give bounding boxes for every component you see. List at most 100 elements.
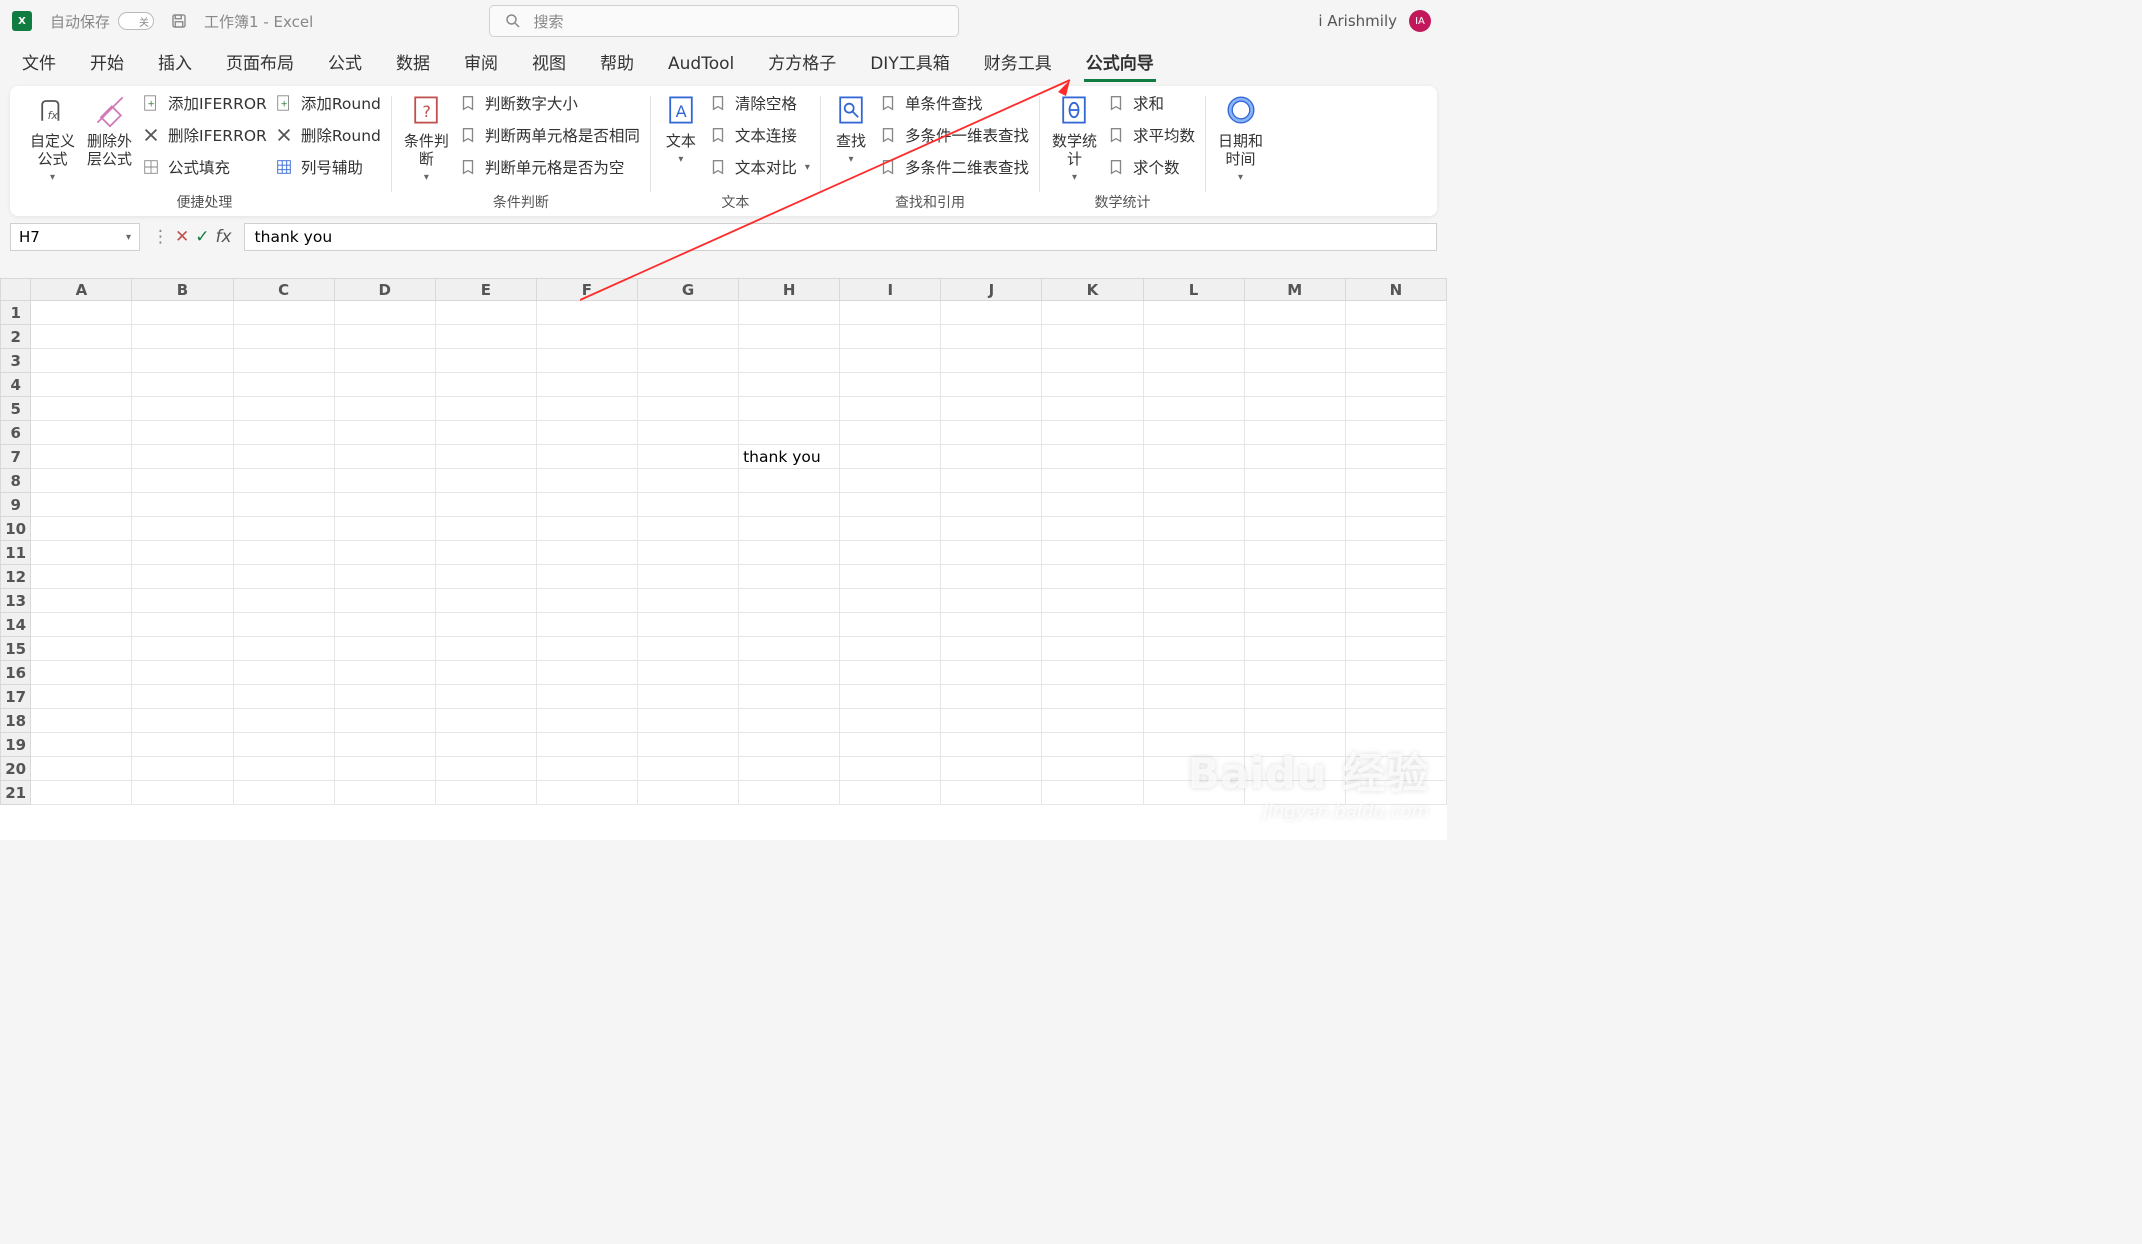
cell-I7[interactable] — [840, 445, 941, 469]
cell-J18[interactable] — [941, 709, 1042, 733]
cell-G2[interactable] — [637, 325, 738, 349]
cell-E17[interactable] — [435, 685, 536, 709]
column-helper-button[interactable]: 列号辅助 — [275, 154, 381, 180]
cell-M1[interactable] — [1244, 301, 1345, 325]
cell-C21[interactable] — [233, 781, 334, 805]
cell-D2[interactable] — [334, 325, 435, 349]
cell-K16[interactable] — [1042, 661, 1143, 685]
column-header-N[interactable]: N — [1345, 279, 1446, 301]
cell-F6[interactable] — [536, 421, 637, 445]
cell-N8[interactable] — [1345, 469, 1446, 493]
cell-C4[interactable] — [233, 373, 334, 397]
multi-1d-lookup-button[interactable]: 多条件一维表查找 — [879, 122, 1029, 148]
cell-L9[interactable] — [1143, 493, 1244, 517]
cell-E14[interactable] — [435, 613, 536, 637]
row-header-13[interactable]: 13 — [1, 589, 31, 613]
cell-I14[interactable] — [840, 613, 941, 637]
cell-I10[interactable] — [840, 517, 941, 541]
cell-B20[interactable] — [132, 757, 233, 781]
search-box[interactable]: 搜索 — [489, 5, 959, 37]
cell-A12[interactable] — [31, 565, 132, 589]
cell-G3[interactable] — [637, 349, 738, 373]
name-box[interactable]: H7 ▾ — [10, 223, 140, 251]
cell-A20[interactable] — [31, 757, 132, 781]
row-header-5[interactable]: 5 — [1, 397, 31, 421]
cell-H11[interactable] — [739, 541, 840, 565]
cell-D12[interactable] — [334, 565, 435, 589]
column-header-B[interactable]: B — [132, 279, 233, 301]
more-icon[interactable]: ⋮ — [152, 227, 169, 247]
add-iferror-button[interactable]: +添加IFERROR — [142, 90, 267, 116]
cancel-icon[interactable]: ✕ — [175, 227, 189, 247]
row-header-19[interactable]: 19 — [1, 733, 31, 757]
cell-N9[interactable] — [1345, 493, 1446, 517]
cell-I1[interactable] — [840, 301, 941, 325]
cell-M2[interactable] — [1244, 325, 1345, 349]
cell-H5[interactable] — [739, 397, 840, 421]
column-header-D[interactable]: D — [334, 279, 435, 301]
confirm-icon[interactable]: ✓ — [195, 227, 209, 247]
cell-G7[interactable] — [637, 445, 738, 469]
judge-number-size-button[interactable]: 判断数字大小 — [459, 90, 640, 116]
cell-H7[interactable]: thank you — [739, 445, 840, 469]
cell-C10[interactable] — [233, 517, 334, 541]
cell-E9[interactable] — [435, 493, 536, 517]
condition-judge-button[interactable]: ? 条件判 断▾ — [402, 90, 451, 184]
cell-A3[interactable] — [31, 349, 132, 373]
cell-E3[interactable] — [435, 349, 536, 373]
tab-数据[interactable]: 数据 — [390, 43, 436, 82]
cell-G1[interactable] — [637, 301, 738, 325]
cell-A10[interactable] — [31, 517, 132, 541]
cell-F10[interactable] — [536, 517, 637, 541]
cell-A6[interactable] — [31, 421, 132, 445]
cell-K20[interactable] — [1042, 757, 1143, 781]
column-header-C[interactable]: C — [233, 279, 334, 301]
cell-M10[interactable] — [1244, 517, 1345, 541]
cell-G14[interactable] — [637, 613, 738, 637]
cell-C18[interactable] — [233, 709, 334, 733]
cell-M17[interactable] — [1244, 685, 1345, 709]
cell-N16[interactable] — [1345, 661, 1446, 685]
cell-H21[interactable] — [739, 781, 840, 805]
cell-H8[interactable] — [739, 469, 840, 493]
cell-M16[interactable] — [1244, 661, 1345, 685]
cell-H18[interactable] — [739, 709, 840, 733]
average-button[interactable]: 求平均数 — [1107, 122, 1195, 148]
tab-审阅[interactable]: 审阅 — [458, 43, 504, 82]
cell-J2[interactable] — [941, 325, 1042, 349]
row-header-20[interactable]: 20 — [1, 757, 31, 781]
cell-K9[interactable] — [1042, 493, 1143, 517]
cell-C14[interactable] — [233, 613, 334, 637]
row-header-21[interactable]: 21 — [1, 781, 31, 805]
text-concat-button[interactable]: 文本连接 — [709, 122, 810, 148]
cell-K3[interactable] — [1042, 349, 1143, 373]
cell-A15[interactable] — [31, 637, 132, 661]
cell-G8[interactable] — [637, 469, 738, 493]
cell-L12[interactable] — [1143, 565, 1244, 589]
cell-M3[interactable] — [1244, 349, 1345, 373]
cell-B2[interactable] — [132, 325, 233, 349]
cell-I18[interactable] — [840, 709, 941, 733]
cell-F14[interactable] — [536, 613, 637, 637]
cell-E4[interactable] — [435, 373, 536, 397]
cell-H15[interactable] — [739, 637, 840, 661]
cell-D20[interactable] — [334, 757, 435, 781]
cell-J15[interactable] — [941, 637, 1042, 661]
cell-D3[interactable] — [334, 349, 435, 373]
cell-L7[interactable] — [1143, 445, 1244, 469]
column-header-A[interactable]: A — [31, 279, 132, 301]
cell-D7[interactable] — [334, 445, 435, 469]
tab-方方格子[interactable]: 方方格子 — [762, 43, 842, 82]
cell-G4[interactable] — [637, 373, 738, 397]
cell-G17[interactable] — [637, 685, 738, 709]
cell-F5[interactable] — [536, 397, 637, 421]
cell-E13[interactable] — [435, 589, 536, 613]
cell-B12[interactable] — [132, 565, 233, 589]
cell-D5[interactable] — [334, 397, 435, 421]
cell-B9[interactable] — [132, 493, 233, 517]
cell-N18[interactable] — [1345, 709, 1446, 733]
cell-H4[interactable] — [739, 373, 840, 397]
cell-N2[interactable] — [1345, 325, 1446, 349]
cell-G15[interactable] — [637, 637, 738, 661]
cell-L2[interactable] — [1143, 325, 1244, 349]
